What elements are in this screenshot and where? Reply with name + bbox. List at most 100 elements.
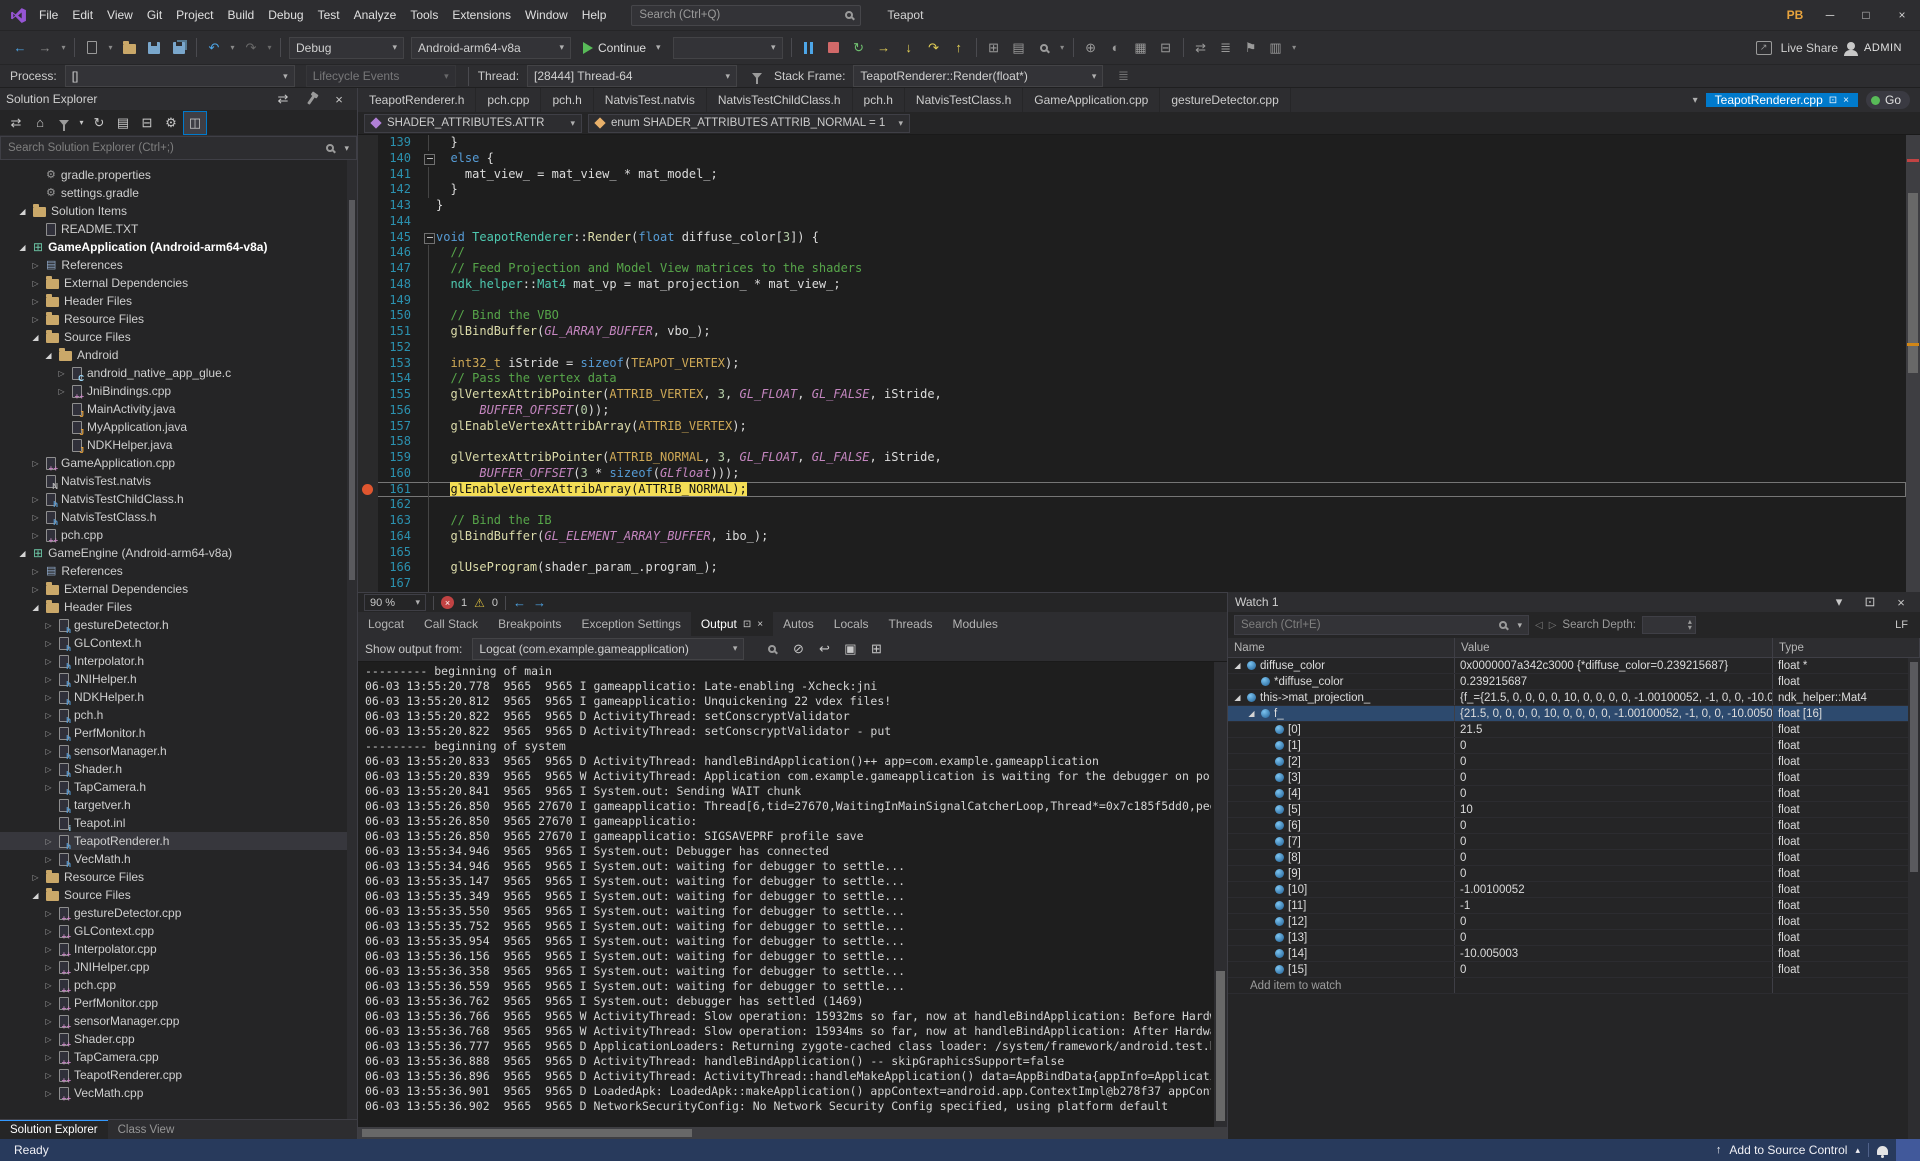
tree-item[interactable]: h targetver.h [0,796,357,815]
scrollbar-thumb[interactable] [362,1129,692,1137]
open-file-button[interactable] [117,36,141,60]
code-line-153[interactable]: 153 int32_t iStride = sizeof(TEAPOT_VERT… [358,355,1906,372]
show-next-statement-button[interactable]: → [872,36,896,60]
expander-icon[interactable]: ▷ [30,261,41,270]
expander-icon[interactable]: ▷ [30,459,41,468]
thread-combo[interactable]: [28444] Thread-64 ▾ [527,65,738,87]
tree-item[interactable]: ▷ External Dependencies [0,274,357,292]
expander-icon[interactable]: ▷ [43,711,54,720]
menu-window[interactable]: Window [518,3,575,27]
warning-indicator[interactable]: ⚠ [474,596,485,610]
undo-button[interactable]: ↶ [202,36,226,60]
tree-item[interactable]: ◢ Solution Items [0,202,357,220]
find-dropdown[interactable]: ▾ [1057,36,1068,60]
add-collaborator-icon[interactable] [1844,41,1859,56]
tree-item[interactable]: ▷ ++ Shader.cpp [0,1030,357,1049]
solution-search-box[interactable]: Search Solution Explorer (Ctrl+;) ▾ [0,136,357,160]
expander-icon[interactable]: ▷ [43,981,54,990]
tree-item[interactable]: J MyApplication.java [0,418,357,437]
breakpoint-margin[interactable] [358,371,378,387]
tree-item[interactable]: ▷ External Dependencies [0,580,357,598]
se-filter-dropdown[interactable]: ▾ [76,111,87,135]
watch-search-box[interactable]: Search (Ctrl+E) ▾ [1234,615,1529,635]
watch-row[interactable]: [12] 0 float [1228,914,1920,930]
navigate-symbols-button[interactable]: ⇄ [1189,36,1213,60]
step-over-button[interactable]: ↷ [922,36,946,60]
watch-row[interactable]: [9] 0 float [1228,866,1920,882]
code-line-165[interactable]: 165 [358,544,1906,561]
document-tab[interactable]: NatvisTest.natvis [594,88,707,112]
tree-item[interactable]: ▷ Resource Files [0,868,357,886]
tree-item[interactable]: ▷ h Interpolator.h [0,652,357,671]
tree-item[interactable]: ▷ ++ GameApplication.cpp [0,454,357,473]
expander-icon[interactable]: ▷ [43,729,54,738]
code-line-146[interactable]: 146 // [358,245,1906,261]
thread-filter-button[interactable] [745,64,769,88]
breakpoint-margin[interactable] [358,576,378,592]
watch-row[interactable]: [8] 0 float [1228,850,1920,866]
lifecycle-events-combo[interactable]: Lifecycle Events ▾ [305,65,456,87]
code-line-160[interactable]: 160 BUFFER_OFFSET(3 * sizeof(GLfloat))); [358,465,1906,482]
output-autoscroll-button[interactable]: ▣ [838,637,862,661]
code-line-145[interactable]: 145 void TeapotRenderer::Render(float dif… [358,229,1906,246]
watch-row[interactable]: [7] 0 float [1228,834,1920,850]
expander-icon[interactable]: ▷ [43,1053,54,1062]
expander-icon[interactable]: ▷ [43,927,54,936]
tree-item[interactable]: ◢ Header Files [0,598,357,616]
menu-analyze[interactable]: Analyze [347,3,404,27]
scrollbar-thumb[interactable] [1216,971,1225,1121]
expander-icon[interactable]: ▷ [43,693,54,702]
types-dropdown[interactable]: SHADER_ATTRIBUTES.ATTR ▾ [364,113,582,133]
bookmark-button[interactable]: ⚑ [1239,36,1263,60]
breakpoint-margin[interactable] [358,528,378,545]
close-tab-icon[interactable]: × [1843,95,1849,106]
se-pin-icon[interactable] [299,87,323,111]
breakpoint-margin[interactable] [358,324,378,340]
breakpoint-margin[interactable] [358,182,378,198]
output-find-button[interactable] [760,637,784,661]
search-next-icon[interactable]: ▷ [1549,620,1557,631]
watch-row[interactable]: [1] 0 float [1228,738,1920,754]
breakpoint-margin[interactable] [358,560,378,576]
watch-row[interactable]: [15] 0 float [1228,962,1920,978]
new-file-button[interactable] [80,36,104,60]
code-line-147[interactable]: 147 // Feed Projection and Model View ma… [358,261,1906,277]
tree-item[interactable]: ▷ h Shader.h [0,760,357,779]
code-line-157[interactable]: 157 glEnableVertexAttribArray(ATTRIB_VER… [358,418,1906,435]
se-home-button[interactable]: ⌂ [28,111,52,135]
debug-target-combo[interactable]: ▾ [672,36,783,59]
restart-button[interactable]: ↻ [847,36,871,60]
search-depth-spinner[interactable]: ▴ ▾ [1641,616,1696,634]
expander-icon[interactable]: ▷ [30,531,41,540]
code-line-149[interactable]: 149 [358,292,1906,309]
document-tab[interactable]: GameApplication.cpp [1023,88,1161,112]
watch-window-button[interactable]: ⊟ [1154,36,1178,60]
solution-explorer-header[interactable]: Solution Explorer ⇄ × [0,88,357,110]
code-line-151[interactable]: 151 glBindBuffer(GL_ARRAY_BUFFER, vbo_); [358,324,1906,340]
breakpoint-margin[interactable] [358,308,378,324]
maximize-button[interactable]: □ [1848,0,1884,30]
tree-item[interactable]: ▷ h gestureDetector.h [0,616,357,635]
tree-item[interactable]: ◢ ⊞ GameEngine (Android-arm64-v8a) [0,544,357,562]
panel-tab-exception-settings[interactable]: Exception Settings [571,612,690,636]
tree-item[interactable]: i Teapot.inl [0,814,357,833]
navigate-back-icon[interactable]: ← [513,595,526,610]
expander-icon[interactable]: ▷ [43,999,54,1008]
tab-list-chevron-icon[interactable]: ▾ [1688,95,1698,106]
document-tab[interactable]: pch.cpp [476,88,542,112]
tree-item[interactable]: ◢ Source Files [0,886,357,904]
se-switch-views-button[interactable]: ⇄ [4,111,28,135]
watch-row[interactable]: [4] 0 float [1228,786,1920,802]
expander-icon[interactable]: ▷ [30,513,41,522]
watch-row[interactable]: [13] 0 float [1228,930,1920,946]
expander-icon[interactable]: ▷ [30,279,41,288]
menu-edit[interactable]: Edit [65,3,100,27]
nav-history-dropdown[interactable]: ▾ [58,36,69,60]
se-show-all-files-button[interactable]: ▤ [111,111,135,135]
panel-tab-output[interactable]: Output ⊡ × [690,612,774,636]
watch-window-position-icon[interactable]: ▾ [1827,590,1851,614]
code-line-144[interactable]: 144 [358,213,1906,230]
expander-icon[interactable]: ◢ [30,603,41,612]
tree-item[interactable]: ▷ Candroid_native_app_glue.c [0,364,357,383]
watch-scrollbar[interactable] [1908,658,1920,1139]
